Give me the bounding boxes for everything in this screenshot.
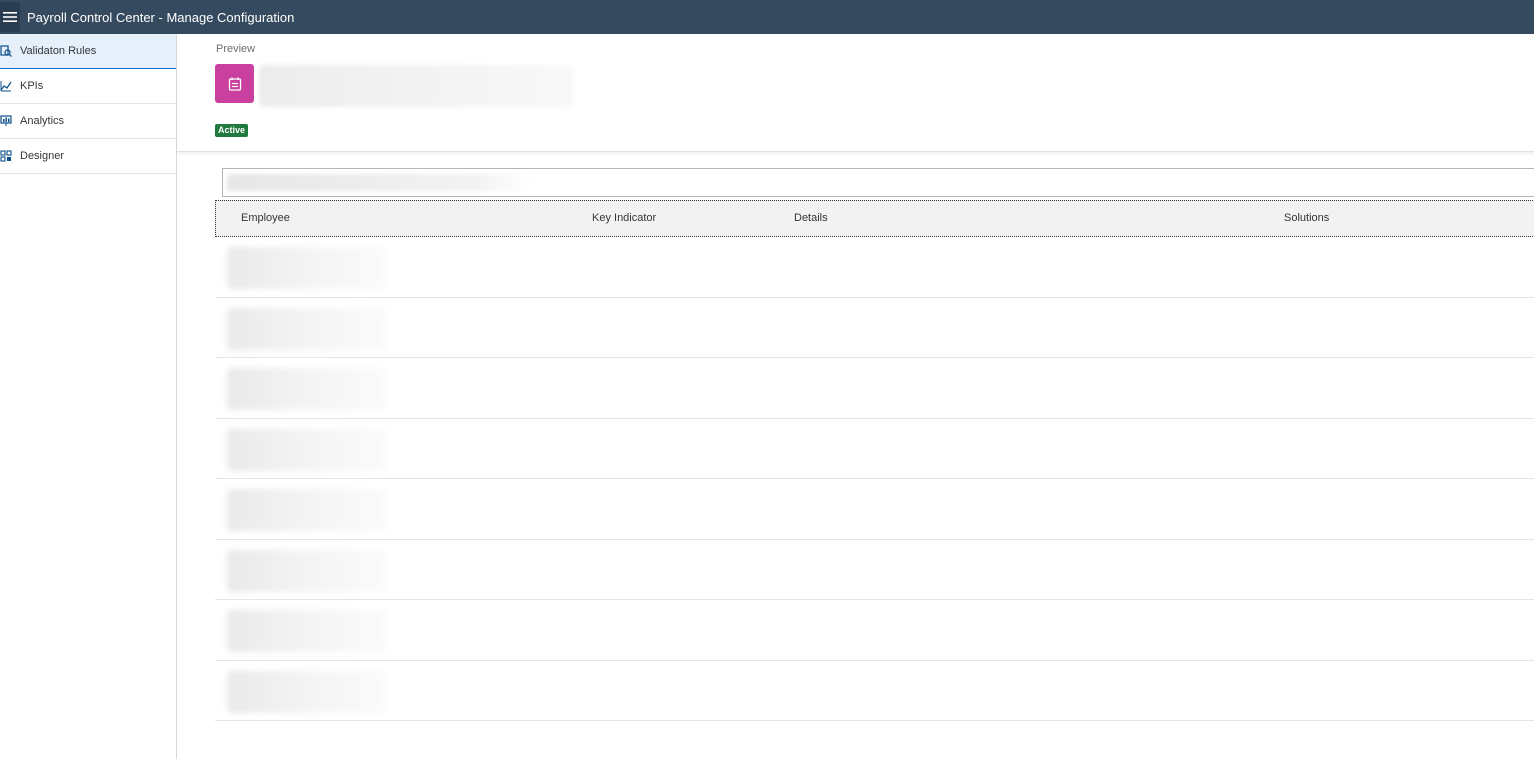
- table-row[interactable]: [215, 661, 1534, 721]
- table-row[interactable]: [215, 479, 1534, 540]
- calendar-list-icon: [228, 77, 241, 91]
- redacted-cell: [227, 428, 387, 471]
- redacted-cell: [227, 489, 387, 531]
- shell-bar: Payroll Control Center - Manage Configur…: [0, 0, 1534, 34]
- column-header-employee[interactable]: Employee: [241, 212, 290, 224]
- redacted-cell: [227, 307, 387, 350]
- table-row[interactable]: [215, 298, 1534, 358]
- sidebar-item-label: Analytics: [20, 115, 65, 127]
- table-row[interactable]: [215, 237, 1534, 298]
- sidebar-item-label: KPIs: [20, 80, 44, 92]
- table-row[interactable]: [215, 358, 1534, 419]
- sidebar-item-label: Designer: [20, 150, 65, 162]
- object-title-redacted: [259, 65, 574, 107]
- hamburger-icon: [3, 12, 17, 22]
- search-input[interactable]: [222, 168, 1534, 197]
- redacted-cell: [227, 670, 387, 713]
- sidebar-item-designer[interactable]: Designer: [0, 139, 176, 174]
- column-header-solutions[interactable]: Solutions: [1284, 212, 1329, 224]
- redacted-cell: [227, 610, 387, 652]
- results-table: Employee Key Indicator Details Solutions: [215, 200, 1534, 721]
- redacted-cell: [227, 368, 387, 410]
- designer-icon: [0, 139, 20, 174]
- column-header-details[interactable]: Details: [794, 212, 828, 224]
- table-header: Employee Key Indicator Details Solutions: [215, 200, 1534, 237]
- redacted-cell: [227, 549, 387, 592]
- kpi-chart-icon: [0, 69, 20, 104]
- table-row[interactable]: [215, 540, 1534, 600]
- object-avatar: [215, 64, 254, 103]
- sidebar-item-label: Validaton Rules: [20, 45, 97, 57]
- search-value-redacted: [227, 174, 532, 191]
- redacted-cell: [227, 247, 387, 289]
- preview-label: Preview: [216, 43, 256, 55]
- analytics-icon: [0, 104, 20, 139]
- menu-button[interactable]: [0, 2, 20, 32]
- table-row[interactable]: [215, 600, 1534, 661]
- sidebar-item-validation-rules[interactable]: Validaton Rules: [0, 34, 176, 69]
- sidebar-item-kpis[interactable]: KPIs: [0, 69, 176, 104]
- table-row[interactable]: [215, 419, 1534, 479]
- column-header-key-indicator[interactable]: Key Indicator: [592, 212, 656, 224]
- validation-rules-icon: [0, 34, 20, 69]
- sidebar: Validaton Rules KPIs Analytics Designer: [0, 34, 177, 759]
- main-content: Preview Active Employee Key Indicator De…: [177, 34, 1534, 759]
- status-badge: Active: [215, 124, 249, 137]
- sidebar-item-analytics[interactable]: Analytics: [0, 104, 176, 139]
- object-header: Preview Active: [177, 34, 1534, 152]
- app-title: Payroll Control Center - Manage Configur…: [27, 9, 295, 25]
